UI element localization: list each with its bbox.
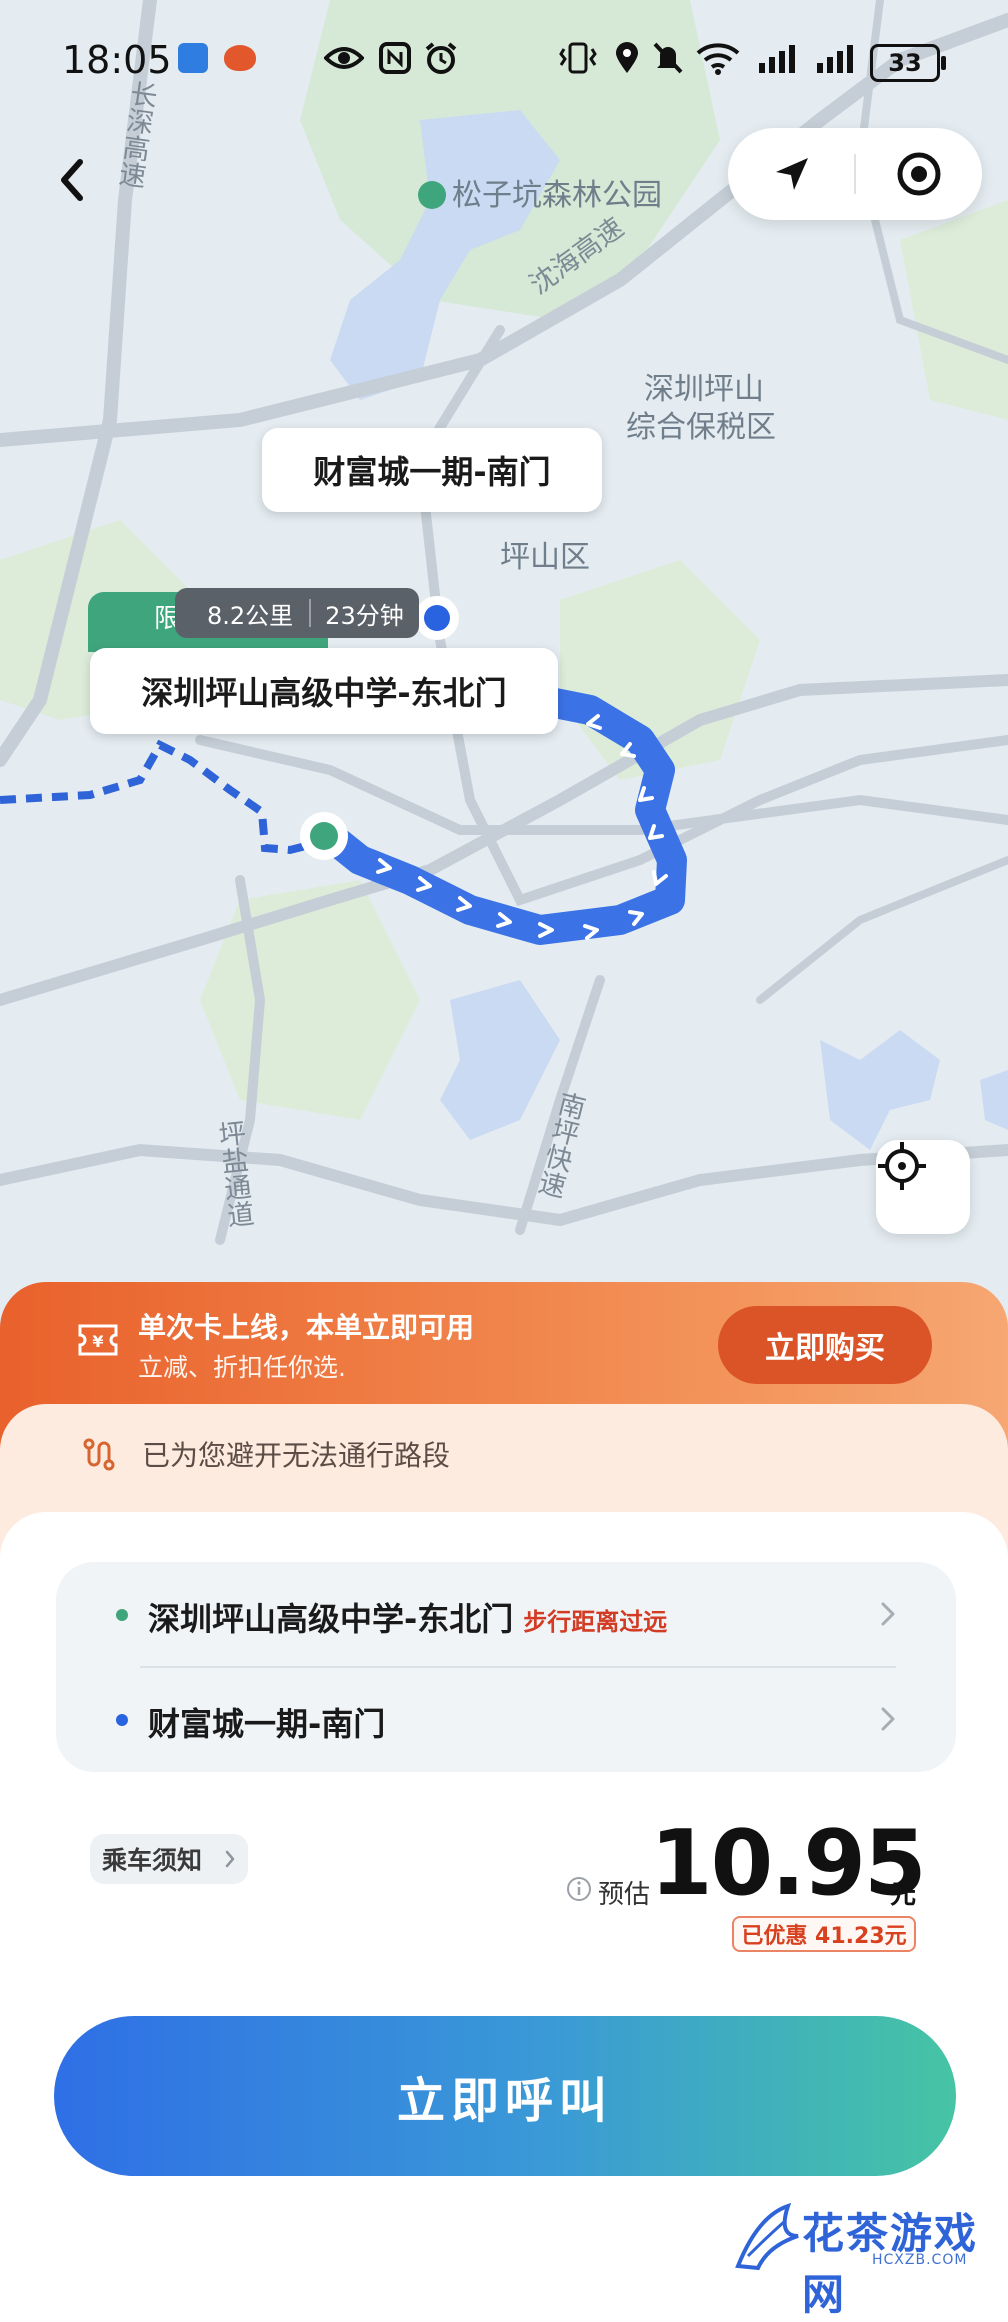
navigate-button[interactable] [728, 128, 855, 220]
driving-route-line [315, 685, 687, 945]
map-controls [728, 128, 982, 220]
eye-icon [322, 40, 366, 76]
destination-dot-icon [116, 1714, 128, 1726]
price-unit: 元 [890, 1880, 917, 1910]
call-now-button[interactable]: 立即呼叫 [54, 2016, 956, 2176]
park-icon [418, 181, 446, 209]
buy-now-button[interactable]: 立即购买 [718, 1306, 932, 1384]
ride-notes-button[interactable]: 乘车须知 [90, 1834, 248, 1884]
alarm-icon [422, 40, 460, 76]
signal-icon [756, 40, 802, 76]
chevron-left-icon [61, 159, 83, 201]
crosshair-icon [878, 1142, 926, 1190]
route-duration: 23分钟 [325, 601, 404, 630]
vibrate-icon [556, 40, 600, 76]
route-path-icon [82, 1436, 118, 1472]
signal-icon [814, 40, 860, 76]
status-bar: 18:05 33 [0, 0, 1008, 120]
battery-icon: 33 [870, 44, 946, 82]
svg-text:¥: ¥ [92, 1332, 103, 1351]
origin-bubble[interactable]: 深圳坪山高级中学-东北门 [90, 648, 558, 734]
destination-marker [424, 605, 450, 631]
status-time: 18:05 [62, 38, 172, 82]
nfc-icon [376, 40, 414, 76]
locate-me-button[interactable] [876, 1140, 970, 1234]
origin-marker [310, 822, 338, 850]
area-label: 综合保税区 [626, 410, 776, 445]
navigation-app-icon [176, 40, 210, 76]
chevron-right-icon [881, 1707, 895, 1731]
destination-row[interactable]: 财富城一期-南门 [56, 1667, 956, 1772]
ticket-card-icon: ¥ [76, 1320, 120, 1360]
price-value: 10.95 [650, 1811, 927, 1916]
mute-icon [650, 40, 686, 76]
eta-pill: 8.2公里 23分钟 [175, 588, 419, 638]
destination-bubble[interactable]: 财富城一期-南门 [262, 428, 602, 512]
district-label: 坪山区 [500, 540, 590, 575]
chevron-right-icon [881, 1602, 895, 1626]
origin-text: 深圳坪山高级中学-东北门 步行距离过远 [148, 1600, 668, 1638]
info-icon[interactable] [566, 1876, 592, 1902]
route-distance: 8.2公里 [207, 601, 294, 630]
promo-title: 单次卡上线，本单立即可用 [138, 1311, 475, 1344]
discount-badge: 已优惠 41.23元 [732, 1916, 916, 1952]
destination-text: 财富城一期-南门 [148, 1705, 386, 1743]
back-button[interactable] [48, 150, 100, 210]
origin-row[interactable]: 深圳坪山高级中学-东北门 步行距离过远 [56, 1562, 956, 1667]
center-location-button[interactable] [855, 128, 982, 220]
poi-label[interactable]: 松子坑森林公园 [418, 170, 662, 214]
origin-dot-icon [116, 1609, 128, 1621]
navigation-arrow-icon [775, 158, 808, 190]
estimate-label: 预估 [598, 1880, 651, 1910]
walking-warning: 步行距离过远 [523, 1608, 668, 1636]
location-icon [612, 40, 642, 76]
target-icon [897, 152, 940, 196]
weibo-icon [220, 40, 260, 76]
wifi-icon [694, 40, 742, 76]
watermark-url: HCXZB.COM [872, 2252, 968, 2268]
promo-subtitle: 立减、折扣任你选. [138, 1353, 346, 1382]
chevron-right-icon [225, 1850, 235, 1868]
route-notice-text: 已为您避开无法通行路段 [142, 1439, 451, 1472]
